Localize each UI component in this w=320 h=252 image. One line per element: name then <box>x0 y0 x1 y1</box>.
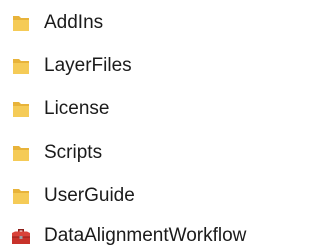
list-item-addins[interactable]: AddIns <box>0 7 312 39</box>
toolbox-icon <box>10 225 32 247</box>
list-item-dataalignmentworkflow[interactable]: DataAlignmentWorkflow <box>0 220 312 252</box>
folder-icon <box>10 55 32 77</box>
item-label: DataAlignmentWorkflow <box>44 225 247 246</box>
folder-icon <box>10 185 32 207</box>
file-list: AddIns LayerFiles License Scripts UserGu… <box>0 0 312 252</box>
item-label: License <box>44 98 110 119</box>
list-item-scripts[interactable]: Scripts <box>0 137 312 169</box>
list-item-license[interactable]: License <box>0 93 312 125</box>
item-label: UserGuide <box>44 185 135 206</box>
item-label: LayerFiles <box>44 55 132 76</box>
item-label: AddIns <box>44 12 104 33</box>
list-item-layerfiles[interactable]: LayerFiles <box>0 50 312 82</box>
folder-icon <box>10 12 32 34</box>
folder-icon <box>10 142 32 164</box>
item-label: Scripts <box>44 142 103 163</box>
folder-icon <box>10 98 32 120</box>
list-item-userguide[interactable]: UserGuide <box>0 180 312 212</box>
